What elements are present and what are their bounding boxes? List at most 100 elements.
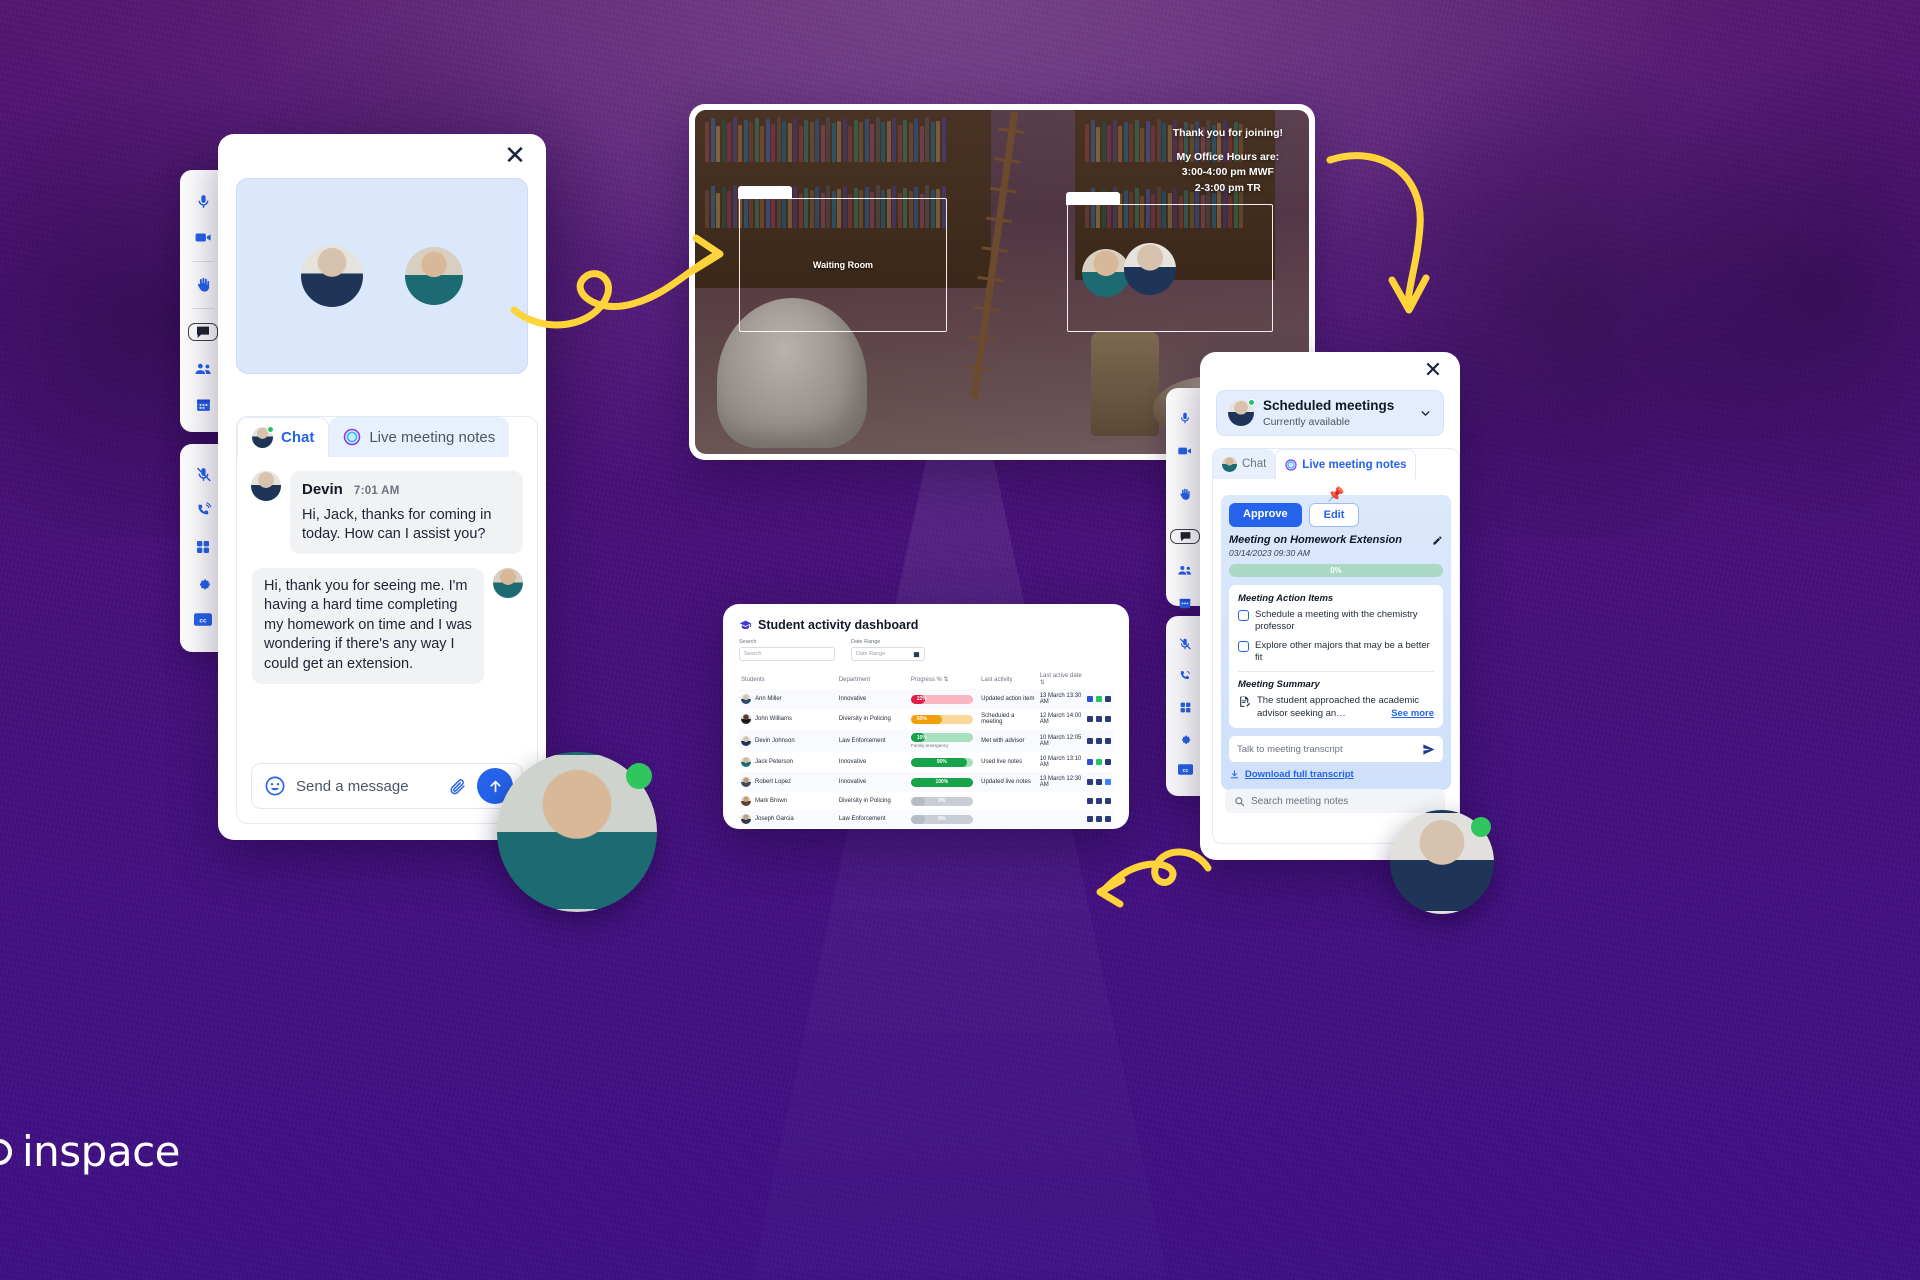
cell-row-actions[interactable] xyxy=(1085,792,1113,810)
avatar[interactable] xyxy=(1390,810,1494,914)
pencil-edit-icon[interactable] xyxy=(1432,535,1443,546)
table-row[interactable]: Mark Brown Diversity in Policing 0% xyxy=(739,792,1113,810)
column-students[interactable]: Students xyxy=(739,670,837,689)
notes-action-icon[interactable] xyxy=(1096,759,1102,765)
table-row[interactable]: Joseph Garcia Law Enforcement 0% xyxy=(739,810,1113,828)
delete-action-icon[interactable] xyxy=(1105,798,1111,804)
action-item-checkbox[interactable] xyxy=(1238,610,1249,621)
chat-icon[interactable] xyxy=(188,322,218,341)
grid-view-icon[interactable] xyxy=(1170,701,1200,714)
table-row[interactable]: Robert Lopez Innovative 100% Updated live n… xyxy=(739,772,1113,792)
participants-icon[interactable] xyxy=(188,359,218,378)
table-row[interactable]: Ann Miller Innovative 22% Updated action it… xyxy=(739,689,1113,709)
settings-gear-icon[interactable] xyxy=(188,574,218,592)
raise-hand-icon[interactable] xyxy=(1170,487,1200,501)
cell-row-actions[interactable] xyxy=(1085,709,1113,729)
message-input[interactable]: Send a message xyxy=(296,778,438,795)
send-paper-plane-icon[interactable] xyxy=(1422,743,1435,756)
settings-gear-icon[interactable] xyxy=(1170,732,1200,746)
waiting-room-zone[interactable]: Waiting Room xyxy=(738,186,947,332)
column-department[interactable]: Department xyxy=(837,670,909,689)
table-row[interactable]: Devin Johnson Law Enforcement 10% Family em… xyxy=(739,729,1113,752)
notes-action-icon[interactable] xyxy=(1096,816,1102,822)
search-input[interactable]: Search xyxy=(739,647,835,661)
column-last-activity[interactable]: Last activity xyxy=(979,670,1038,689)
transcript-input-row[interactable]: Talk to meeting transcript xyxy=(1229,736,1443,763)
delete-action-icon[interactable] xyxy=(1105,759,1111,765)
dashboard-filters[interactable]: Search Search Date Range Date Range xyxy=(739,639,1113,661)
calendar-icon[interactable] xyxy=(188,396,218,413)
chat-action-icon[interactable] xyxy=(1087,798,1093,804)
scheduled-meetings-card[interactable]: Scheduled meetings Currently available xyxy=(1216,390,1444,436)
chat-icon[interactable] xyxy=(1170,529,1200,544)
notes-action-icon[interactable] xyxy=(1096,779,1102,785)
microphone-icon[interactable] xyxy=(1170,411,1200,425)
column-progress[interactable]: Progress % ⇅ xyxy=(909,670,979,689)
mic-muted-icon[interactable] xyxy=(1170,637,1200,651)
note-actions[interactable]: Approve Edit xyxy=(1229,503,1443,527)
close-icon[interactable]: ✕ xyxy=(1418,356,1448,386)
grid-view-icon[interactable] xyxy=(188,538,218,556)
tab-chat[interactable]: Chat xyxy=(237,417,330,457)
notes-action-icon[interactable] xyxy=(1096,716,1102,722)
column-last-active-date[interactable]: Last active date ⇅ xyxy=(1038,670,1085,689)
microphone-icon[interactable] xyxy=(188,193,218,210)
search-meeting-notes[interactable]: Search meeting notes xyxy=(1225,789,1445,813)
message-composer[interactable]: Send a message xyxy=(251,763,523,809)
calendar-icon[interactable] xyxy=(913,651,920,658)
delete-action-icon[interactable] xyxy=(1105,737,1111,744)
closed-captions-icon[interactable]: cc xyxy=(188,611,218,629)
chat-action-icon[interactable] xyxy=(1087,737,1093,744)
close-icon[interactable]: ✕ xyxy=(500,141,530,171)
tab-chat[interactable]: Chat xyxy=(1213,449,1276,479)
cell-row-actions[interactable] xyxy=(1085,752,1113,772)
notes-action-icon[interactable] xyxy=(1096,737,1102,744)
table-row[interactable]: John Williams Diversity in Policing 50% Sch… xyxy=(739,709,1113,729)
edit-button[interactable]: Edit xyxy=(1308,503,1360,527)
chevron-down-icon[interactable] xyxy=(1419,407,1432,420)
chat-action-icon[interactable] xyxy=(1087,779,1093,785)
see-more-link[interactable]: See more xyxy=(1391,708,1434,720)
action-item[interactable]: Schedule a meeting with the chemistry pr… xyxy=(1238,609,1434,634)
mic-muted-icon[interactable] xyxy=(188,465,218,483)
chat-action-icon[interactable] xyxy=(1087,816,1093,822)
notes-tabs[interactable]: Chat Live meeting notes xyxy=(1213,449,1459,479)
tab-live-meeting-notes[interactable]: Live meeting notes xyxy=(329,417,510,457)
meeting-rail-top-right[interactable] xyxy=(1166,388,1204,609)
participants-icon[interactable] xyxy=(1170,562,1200,578)
calendar-icon[interactable] xyxy=(1170,596,1200,610)
closed-captions-icon[interactable]: cc xyxy=(1170,764,1200,775)
chat-action-icon[interactable] xyxy=(1087,716,1093,722)
meeting-rail-bottom-right[interactable]: cc xyxy=(1166,616,1204,796)
search-meeting-notes-input[interactable]: Search meeting notes xyxy=(1251,796,1348,807)
raise-hand-icon[interactable] xyxy=(188,276,218,293)
video-camera-icon[interactable] xyxy=(188,228,218,247)
delete-action-icon[interactable] xyxy=(1105,696,1111,702)
date-range-input[interactable]: Date Range xyxy=(851,647,925,661)
cell-row-actions[interactable] xyxy=(1085,729,1113,752)
delete-action-icon[interactable] xyxy=(1105,779,1111,785)
avatar[interactable] xyxy=(497,752,657,912)
video-camera-icon[interactable] xyxy=(1170,443,1200,459)
action-item[interactable]: Explore other majors that may be a bette… xyxy=(1238,640,1434,665)
meeting-zone[interactable] xyxy=(1066,192,1273,332)
cell-row-actions[interactable] xyxy=(1085,810,1113,828)
delete-action-icon[interactable] xyxy=(1105,816,1111,822)
notes-action-icon[interactable] xyxy=(1096,696,1102,702)
cell-row-actions[interactable] xyxy=(1085,772,1113,792)
pushpin-icon[interactable]: 📌 xyxy=(1327,486,1344,503)
paperclip-icon[interactable] xyxy=(448,777,467,796)
table-row[interactable]: Jack Peterson Innovative 90% Used live note… xyxy=(739,752,1113,772)
tab-live-meeting-notes[interactable]: Live meeting notes xyxy=(1275,449,1417,479)
notes-action-icon[interactable] xyxy=(1096,798,1102,804)
filter-date-range[interactable]: Date Range Date Range xyxy=(851,639,925,661)
transcript-input[interactable]: Talk to meeting transcript xyxy=(1237,744,1422,755)
delete-action-icon[interactable] xyxy=(1105,716,1111,722)
approve-button[interactable]: Approve xyxy=(1229,503,1302,527)
phone-call-icon[interactable] xyxy=(1170,669,1200,683)
chat-action-icon[interactable] xyxy=(1087,759,1093,765)
action-item-checkbox[interactable] xyxy=(1238,640,1249,652)
chat-action-icon[interactable] xyxy=(1087,696,1093,702)
phone-call-icon[interactable] xyxy=(188,501,218,519)
filter-search[interactable]: Search Search xyxy=(739,639,835,661)
